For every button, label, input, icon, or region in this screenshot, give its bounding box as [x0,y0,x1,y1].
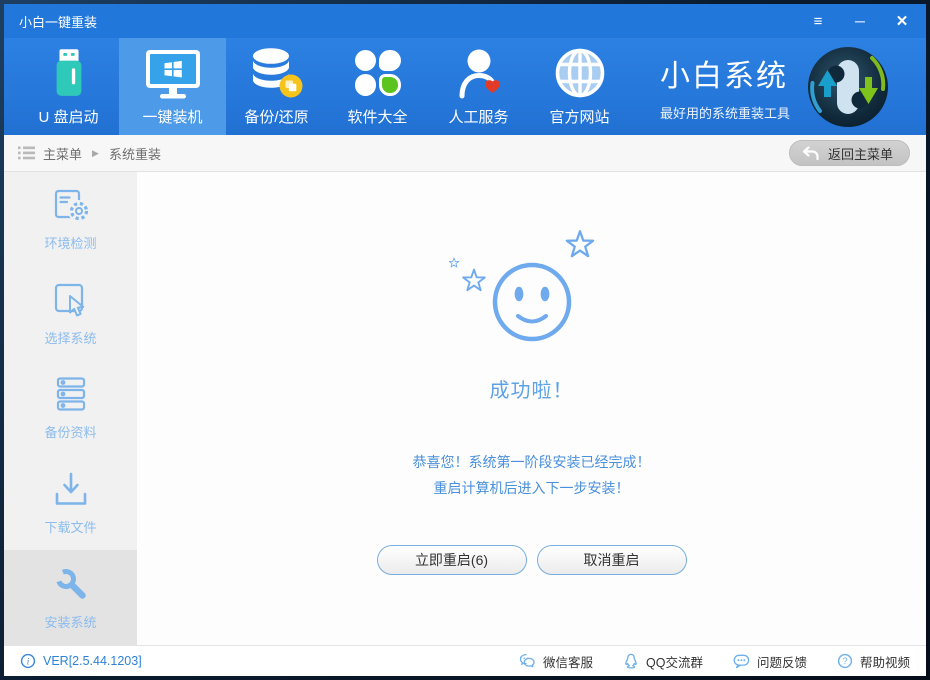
cursor-select-icon [51,281,91,319]
footer-link-label: 帮助视频 [860,652,910,671]
globe-icon [554,47,606,99]
feedback-bubble-icon [733,653,750,669]
brand-tagline: 最好用的系统重装工具 [660,103,790,122]
success-message: 恭喜您！系统第一阶段安装已经完成！ 重启计算机后进入下一步安装！ [413,449,651,501]
sidebar-item-env-check[interactable]: 环境检测 [4,172,137,267]
nav-label: 软件大全 [347,106,407,127]
minimize-icon[interactable]: ─ [851,14,869,28]
brand-block: 小白系统 最好用的系统重装工具 [660,38,790,135]
status-bar: i VER[2.5.44.1203] 微信客服 [4,645,926,676]
nav-label: 备份/还原 [244,106,308,127]
footer-link-label: 微信客服 [543,652,593,671]
sidebar-item-select-system[interactable]: 选择系统 [4,267,137,362]
footer-link-help[interactable]: ? 帮助视频 [837,652,910,671]
main-content: 成功啦！ 恭喜您！系统第一阶段安装已经完成！ 重启计算机后进入下一步安装！ 立即… [137,172,926,645]
svg-text:?: ? [842,656,847,666]
breadcrumb-root[interactable]: 主菜单 [43,144,82,163]
nav-item-usb-boot[interactable]: U 盘启动 [18,38,119,135]
person-heart-icon [454,47,504,99]
return-main-menu-button[interactable]: 返回主菜单 [789,140,910,166]
footer-link-feedback[interactable]: 问题反馈 [733,652,807,671]
usb-drive-icon [49,47,89,99]
footer-link-qq[interactable]: QQ交流群 [623,652,703,671]
nav-label: 人工服务 [448,106,508,127]
sidebar-item-label: 环境检测 [44,233,96,252]
app-window: 小白一键重装 ≡ ─ ✕ U 盘启动 [4,4,926,676]
info-icon[interactable]: i [20,653,36,669]
breadcrumb-bar: 主菜单 ▶ 系统重装 返回主菜单 [4,135,926,172]
body-row: 环境检测 选择系统 [4,172,926,645]
qq-icon [623,653,639,669]
footer-link-label: 问题反馈 [757,652,807,671]
sidebar-item-download-files[interactable]: 下载文件 [4,456,137,551]
wechat-icon [519,653,536,669]
wrench-icon [51,565,91,603]
top-nav: U 盘启动 一键装机 [4,38,926,135]
sidebar-item-label: 备份资料 [44,422,96,441]
sidebar-item-label: 安装系统 [44,612,96,631]
footer-links: 微信客服 QQ交流群 问题反馈 [519,652,910,671]
nav-item-one-click-install[interactable]: 一键装机 [119,38,226,135]
window-controls: ≡ ─ ✕ [809,14,911,29]
nav-item-backup-restore[interactable]: 备份/还原 [226,38,327,135]
sidebar: 环境检测 选择系统 [4,172,137,645]
menu-icon[interactable]: ≡ [809,14,827,29]
sidebar-item-label: 选择系统 [44,328,96,347]
version-label: VER[2.5.44.1203] [43,654,142,668]
help-circle-icon: ? [837,653,853,669]
brand-name: 小白系统 [660,51,790,95]
monitor-windows-icon [145,47,201,99]
success-message-line2: 重启计算机后进入下一步安装！ [413,475,651,501]
sidebar-item-label: 下载文件 [44,517,96,536]
close-icon[interactable]: ✕ [893,14,911,29]
nav-label: U 盘启动 [38,106,98,127]
back-arrow-icon [802,146,819,161]
title-bar: 小白一键重装 ≡ ─ ✕ [4,4,926,38]
breadcrumb-separator-icon: ▶ [92,148,99,159]
app-title: 小白一键重装 [19,12,97,31]
return-button-label: 返回主菜单 [828,144,893,163]
download-icon [51,470,91,508]
nav-label: 一键装机 [142,106,202,127]
database-backup-icon [250,47,304,99]
server-stack-icon [51,375,91,413]
brand-logo-wrap [804,38,892,135]
swirl-arrows-logo [804,43,892,131]
nav-item-software[interactable]: 软件大全 [327,38,428,135]
list-icon [18,146,35,160]
box-gear-icon [51,186,91,224]
nav-item-service[interactable]: 人工服务 [428,38,529,135]
button-row: 立即重启(6) 取消重启 [377,545,687,575]
success-smiley-icon [422,220,642,372]
success-message-line1: 恭喜您！系统第一阶段安装已经完成！ [413,449,651,475]
clover-apps-icon [355,47,401,99]
footer-link-wechat[interactable]: 微信客服 [519,652,593,671]
sidebar-item-install-system[interactable]: 安装系统 [4,550,137,645]
sidebar-item-backup-data[interactable]: 备份资料 [4,361,137,456]
nav-item-website[interactable]: 官方网站 [529,38,630,135]
success-headline: 成功啦！ [490,374,574,403]
window-frame: 小白一键重装 ≡ ─ ✕ U 盘启动 [0,0,930,680]
version-block: i VER[2.5.44.1203] [20,653,142,669]
restart-now-button[interactable]: 立即重启(6) [377,545,527,575]
breadcrumb-current: 系统重装 [109,144,161,163]
nav-label: 官方网站 [549,106,609,127]
footer-link-label: QQ交流群 [646,652,703,671]
cancel-restart-button[interactable]: 取消重启 [537,545,687,575]
svg-text:i: i [27,656,30,666]
